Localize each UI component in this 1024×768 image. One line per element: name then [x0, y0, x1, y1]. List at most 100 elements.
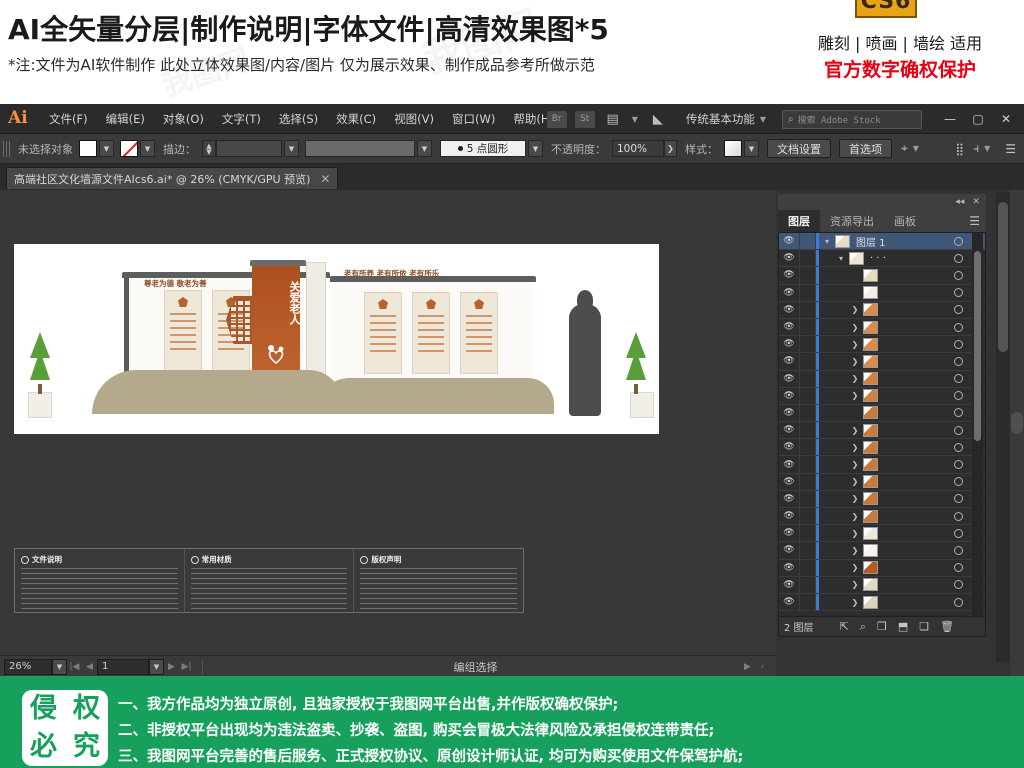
layer-lock-cell[interactable] — [799, 576, 816, 593]
arrange-documents-icon[interactable]: ▤ — [603, 111, 623, 128]
layer-row[interactable]: 👁 ❯ — [779, 593, 985, 612]
layer-visibility-icon[interactable]: 👁 — [779, 270, 799, 280]
layer-disclosure-icon[interactable]: ❯ — [847, 443, 863, 452]
layer-visibility-icon[interactable]: 👁 — [779, 288, 799, 298]
artboard-number-field[interactable]: 1 — [97, 658, 149, 675]
control-bar-grip[interactable] — [3, 140, 10, 157]
layer-disclosure-icon[interactable]: ❯ — [847, 340, 863, 349]
stock-search-input[interactable]: ⌕ 搜索 Adobe Stock — [782, 109, 922, 129]
layer-name[interactable]: · · · — [870, 253, 886, 264]
layer-lock-cell[interactable] — [799, 559, 816, 576]
layer-visibility-icon[interactable]: 👁 — [779, 460, 799, 470]
document-tab[interactable]: 高端社区文化墙源文件AIcs6.ai* @ 26% (CMYK/GPU 预览) … — [6, 167, 339, 189]
layer-target-icon[interactable] — [954, 580, 963, 590]
preferences-button[interactable]: 首选项 — [839, 139, 892, 158]
layer-row[interactable]: 👁 — [779, 404, 985, 423]
layer-target-icon[interactable] — [954, 253, 963, 263]
layer-disclosure-icon[interactable]: ❯ — [847, 391, 863, 400]
document-setup-button[interactable]: 文档设置 — [767, 139, 831, 158]
style-dropdown-icon[interactable]: ▼ — [744, 140, 759, 157]
layer-disclosure-icon[interactable]: ❯ — [847, 426, 863, 435]
layer-lock-cell[interactable] — [799, 456, 816, 473]
layer-row[interactable]: 👁 ❯ — [779, 336, 985, 354]
collapse-icon[interactable]: ◂◂ — [955, 197, 964, 207]
layer-target-icon[interactable] — [954, 356, 963, 366]
layer-lock-cell[interactable] — [799, 267, 816, 284]
layer-lock-cell[interactable] — [799, 593, 816, 611]
layer-visibility-icon[interactable]: 👁 — [779, 305, 799, 315]
layer-target-icon[interactable] — [954, 528, 963, 538]
layer-lock-cell[interactable] — [799, 284, 816, 301]
bridge-icon[interactable]: Br — [546, 110, 567, 128]
panel-close-icon[interactable]: ✕ — [972, 197, 980, 207]
layer-visibility-icon[interactable]: 👁 — [779, 528, 799, 538]
workspace-chevron-icon[interactable]: ▼ — [760, 115, 766, 124]
fill-dropdown-icon[interactable]: ▼ — [99, 140, 114, 157]
stroke-swatch[interactable] — [120, 140, 138, 157]
layer-lock-cell[interactable] — [799, 490, 816, 507]
layer-lock-cell[interactable] — [799, 318, 816, 336]
menu-edit[interactable]: 编辑(E) — [97, 104, 154, 134]
layer-visibility-icon[interactable]: 👁 — [779, 425, 799, 435]
layer-disclosure-icon[interactable]: ❯ — [847, 529, 863, 538]
layer-lock-cell[interactable] — [799, 387, 816, 404]
layer-disclosure-icon[interactable]: ▾ — [819, 237, 835, 246]
layer-disclosure-icon[interactable]: ❯ — [847, 494, 863, 503]
layer-lock-cell[interactable] — [799, 353, 816, 370]
opacity-expand-icon[interactable]: ❯ — [664, 140, 677, 157]
layer-target-icon[interactable] — [954, 597, 963, 607]
layer-disclosure-icon[interactable]: ❯ — [847, 546, 863, 555]
document-tab-close-icon[interactable]: ✕ — [320, 172, 330, 186]
layer-visibility-icon[interactable]: 👁 — [779, 391, 799, 401]
layer-row[interactable]: 👁 ❯ — [779, 387, 985, 405]
layer-disclosure-icon[interactable]: ❯ — [847, 374, 863, 383]
layer-target-icon[interactable] — [954, 442, 963, 452]
layer-lock-cell[interactable] — [799, 336, 816, 353]
layer-visibility-icon[interactable]: 👁 — [779, 442, 799, 452]
layer-disclosure-icon[interactable]: ❯ — [847, 512, 863, 521]
menu-view[interactable]: 视图(V) — [385, 104, 443, 134]
layer-disclosure-icon[interactable]: ▾ — [833, 254, 849, 263]
new-layer-icon[interactable]: ⬒ — [898, 620, 908, 633]
layer-visibility-icon[interactable]: 👁 — [779, 494, 799, 504]
layer-row[interactable]: 👁 ▾ 图层 1 — [779, 233, 985, 251]
restore-button[interactable]: ▢ — [964, 108, 992, 130]
layer-visibility-icon[interactable]: 👁 — [779, 356, 799, 366]
layer-row[interactable]: 👁 ❯ — [779, 525, 985, 543]
options-icon[interactable]: ☰ — [1005, 142, 1016, 156]
workspace-label[interactable]: 传统基本功能 — [686, 111, 755, 127]
stroke-weight-dropdown-icon[interactable]: ▼ — [284, 140, 299, 157]
layer-lock-cell[interactable] — [799, 250, 816, 267]
menu-file[interactable]: 文件(F) — [40, 104, 97, 134]
opacity-field[interactable]: 100% — [612, 140, 664, 157]
menu-window[interactable]: 窗口(W) — [443, 104, 504, 134]
layer-lock-cell[interactable] — [799, 473, 816, 490]
zoom-level-field[interactable]: 26% — [4, 658, 52, 675]
layer-lock-cell[interactable] — [799, 422, 816, 439]
layer-visibility-icon[interactable]: 👁 — [779, 545, 799, 555]
layer-target-icon[interactable] — [954, 270, 963, 280]
layer-scrollbar-thumb[interactable] — [974, 251, 981, 441]
minimize-button[interactable]: — — [936, 108, 964, 130]
tab-layers[interactable]: 图层 — [778, 210, 820, 232]
panel-menu-icon[interactable]: ☰ — [969, 214, 980, 228]
brush-dropdown-icon[interactable]: ▼ — [528, 140, 543, 157]
last-page-icon[interactable]: ▶| — [179, 662, 194, 672]
layer-row[interactable]: 👁 ❯ — [779, 370, 985, 388]
layer-visibility-icon[interactable]: 👁 — [779, 477, 799, 487]
stroke-weight-stepper[interactable]: ▲ ▼ — [202, 140, 216, 157]
status-resize-icon[interactable]: ‹ — [755, 662, 770, 672]
duplicate-icon[interactable]: ❏ — [919, 620, 929, 633]
layer-target-icon[interactable] — [954, 460, 963, 470]
distribute-icon[interactable]: ⫞ — [973, 141, 979, 156]
close-button[interactable]: ✕ — [992, 108, 1020, 130]
stroke-dropdown-icon[interactable]: ▼ — [140, 140, 155, 157]
menu-effect[interactable]: 效果(C) — [327, 104, 385, 134]
first-page-icon[interactable]: |◀ — [67, 662, 82, 672]
layer-lock-cell[interactable] — [799, 542, 816, 559]
layer-visibility-icon[interactable]: 👁 — [779, 408, 799, 418]
layer-visibility-icon[interactable]: 👁 — [779, 236, 799, 246]
align-icon[interactable]: ⣿ — [955, 142, 964, 156]
layer-disclosure-icon[interactable]: ❯ — [847, 580, 863, 589]
menu-object[interactable]: 对象(O) — [154, 104, 213, 134]
